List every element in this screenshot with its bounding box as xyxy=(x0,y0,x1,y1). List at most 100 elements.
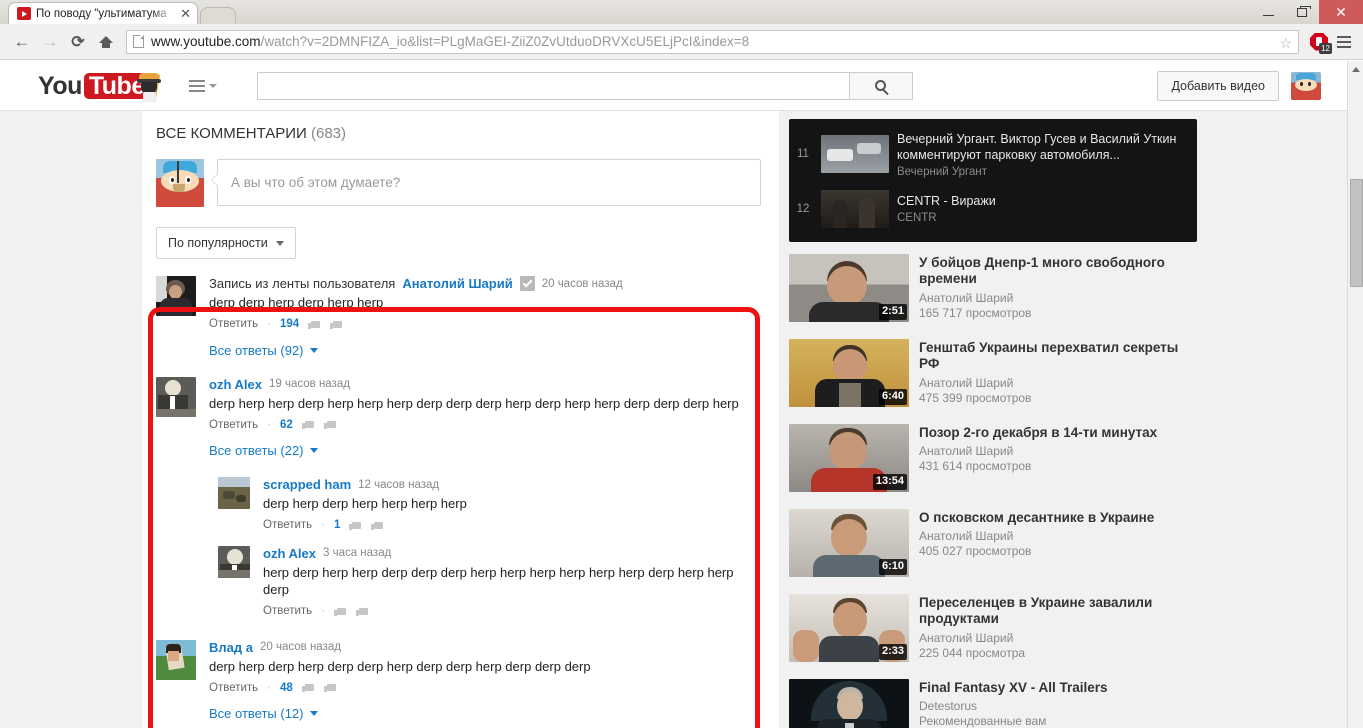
hamburger-icon xyxy=(189,80,205,92)
page-viewport: You Tube Добавить видео xyxy=(0,61,1363,728)
reply-button[interactable]: Ответить xyxy=(209,318,258,330)
action-separator: · xyxy=(267,419,271,431)
reply-text: herp derp herp herp derp derp derp herp … xyxy=(263,564,761,599)
video-thumbnail: 6:40 xyxy=(789,339,909,407)
thumbs-up-icon[interactable] xyxy=(308,318,321,331)
maximize-button[interactable] xyxy=(1285,0,1319,24)
thumbs-down-icon[interactable] xyxy=(330,318,343,331)
show-replies-button[interactable]: Все ответы (92) xyxy=(209,343,318,358)
like-count: 194 xyxy=(280,318,299,330)
tab-close-icon[interactable]: ✕ xyxy=(180,7,191,20)
recommended-video[interactable]: 2:51 У бойцов Днепр-1 много свободного в… xyxy=(789,254,1197,322)
home-button[interactable] xyxy=(92,28,120,56)
show-replies-button[interactable]: Все ответы (12) xyxy=(209,706,318,721)
video-channel: Анатолий Шарий xyxy=(919,529,1197,543)
comments-heading-label: ВСЕ КОММЕНТАРИИ xyxy=(156,125,307,142)
reply-avatar[interactable] xyxy=(218,546,250,578)
verified-badge-icon xyxy=(520,276,535,291)
browser-toolbar: ← → ⟳ www.youtube.com/watch?v=2DMNFIZA_i… xyxy=(0,24,1363,60)
video-channel: Анатолий Шарий xyxy=(919,631,1197,645)
scroll-up-arrow-icon[interactable] xyxy=(1348,61,1363,77)
thumbs-down-icon[interactable] xyxy=(356,605,369,618)
upload-video-button[interactable]: Добавить видео xyxy=(1157,71,1279,101)
page-info-icon xyxy=(133,35,144,48)
adblock-badge: 12 xyxy=(1319,43,1332,54)
video-views: Рекомендованные вам xyxy=(919,714,1197,728)
page-scrollbar[interactable] xyxy=(1347,61,1363,728)
address-bar-url: www.youtube.com/watch?v=2DMNFIZA_io&list… xyxy=(151,34,749,49)
reply-item: scrapped ham 12 часов назад derp herp de… xyxy=(218,477,761,532)
search-input[interactable] xyxy=(257,72,849,100)
scrollbar-thumb[interactable] xyxy=(1350,179,1363,287)
reply-button[interactable]: Ответить xyxy=(263,519,312,531)
reply-actions: Ответить · 1 xyxy=(263,519,761,532)
search-button[interactable] xyxy=(849,72,913,100)
action-separator: · xyxy=(267,318,271,330)
show-replies-label: Все ответы (92) xyxy=(209,343,304,358)
bookmark-star-icon[interactable]: ☆ xyxy=(1279,35,1292,52)
video-title: Позор 2-го декабря в 14-ти минутах xyxy=(919,425,1197,442)
thumbs-down-icon[interactable] xyxy=(324,418,337,431)
sort-comments-button[interactable]: По популярности xyxy=(156,227,296,259)
new-tab-button[interactable] xyxy=(200,7,236,24)
guide-menu-button[interactable] xyxy=(189,80,217,92)
adblock-icon[interactable]: 12 xyxy=(1308,31,1330,53)
account-avatar[interactable] xyxy=(1291,72,1321,100)
video-title: Final Fantasy XV - All Trailers xyxy=(919,680,1197,697)
chrome-menu-icon[interactable] xyxy=(1333,31,1355,53)
youtube-logo[interactable]: You Tube xyxy=(38,72,163,99)
playlist-channel: Вечерний Ургант xyxy=(897,166,1187,178)
recommended-video[interactable]: 6:40 Генштаб Украины перехватил секреты … xyxy=(789,339,1197,407)
chevron-down-icon xyxy=(209,84,217,88)
forward-button[interactable]: → xyxy=(36,28,64,56)
reply-button[interactable]: Ответить xyxy=(209,682,258,694)
comment-author[interactable]: ozh Alex xyxy=(209,377,262,392)
search-icon xyxy=(875,80,886,91)
reply-avatar[interactable] xyxy=(218,477,250,509)
reply-author[interactable]: ozh Alex xyxy=(263,546,316,561)
thumbs-down-icon[interactable] xyxy=(371,519,384,532)
recommended-video[interactable]: 26:50 Final Fantasy XV - All Trailers De… xyxy=(789,679,1197,728)
comment-avatar[interactable] xyxy=(156,276,196,316)
show-replies-button[interactable]: Все ответы (22) xyxy=(209,443,318,458)
close-window-button[interactable]: ✕ xyxy=(1319,0,1363,24)
url-path: /watch?v=2DMNFIZA_io&list=PLgMaGEI-ZiiZ0… xyxy=(261,34,750,49)
thumbs-up-icon[interactable] xyxy=(302,681,315,694)
reload-button[interactable]: ⟳ xyxy=(64,28,92,56)
back-button[interactable]: ← xyxy=(8,28,36,56)
recommended-video[interactable]: 2:33 Переселенцев в Украине завалили про… xyxy=(789,594,1197,662)
video-thumbnail: 26:50 xyxy=(789,679,909,728)
comment-author[interactable]: Влад а xyxy=(209,640,253,655)
sidebar-column: 11 Вечерний Ургант. Виктор Гусев и Васил… xyxy=(779,111,1197,728)
thumbs-down-icon[interactable] xyxy=(324,681,337,694)
recommended-video[interactable]: 6:10 О псковском десантнике в Украине Ан… xyxy=(789,509,1197,577)
reply-button[interactable]: Ответить xyxy=(209,419,258,431)
address-bar[interactable]: www.youtube.com/watch?v=2DMNFIZA_io&list… xyxy=(126,30,1299,54)
comment-avatar[interactable] xyxy=(156,640,196,680)
search-form xyxy=(257,72,913,100)
reply-button[interactable]: Ответить xyxy=(263,605,312,617)
comment-author[interactable]: Анатолий Шарий xyxy=(402,276,512,291)
reply-author[interactable]: scrapped ham xyxy=(263,477,351,492)
thumbs-up-icon[interactable] xyxy=(302,418,315,431)
masthead-right: Добавить видео xyxy=(1157,71,1349,101)
video-duration: 6:10 xyxy=(879,559,907,574)
video-duration: 2:51 xyxy=(879,304,907,319)
thumbs-up-icon[interactable] xyxy=(334,605,347,618)
comment-input[interactable]: А вы что об этом думаете? xyxy=(217,159,761,206)
minimize-button[interactable] xyxy=(1251,0,1285,24)
playlist-item[interactable]: 11 Вечерний Ургант. Виктор Гусев и Васил… xyxy=(789,125,1197,184)
like-count: 62 xyxy=(280,419,293,431)
video-views: 165 717 просмотров xyxy=(919,306,1197,320)
comment-composer: А вы что об этом думаете? xyxy=(156,159,761,207)
video-thumbnail: 2:33 xyxy=(789,594,909,662)
action-separator: · xyxy=(321,605,325,617)
browser-titlebar: По поводу "ультиматума ✕ ✕ xyxy=(0,0,1363,24)
comments-count: (683) xyxy=(311,125,346,142)
video-channel: Detestorus xyxy=(919,699,1197,713)
thumbs-up-icon[interactable] xyxy=(349,519,362,532)
browser-tab[interactable]: По поводу "ультиматума ✕ xyxy=(8,2,198,24)
comment-avatar[interactable] xyxy=(156,377,196,417)
recommended-video[interactable]: 13:54 Позор 2-го декабря в 14-ти минутах… xyxy=(789,424,1197,492)
playlist-item[interactable]: 12 CENTR - Виражи CENTR xyxy=(789,184,1197,234)
